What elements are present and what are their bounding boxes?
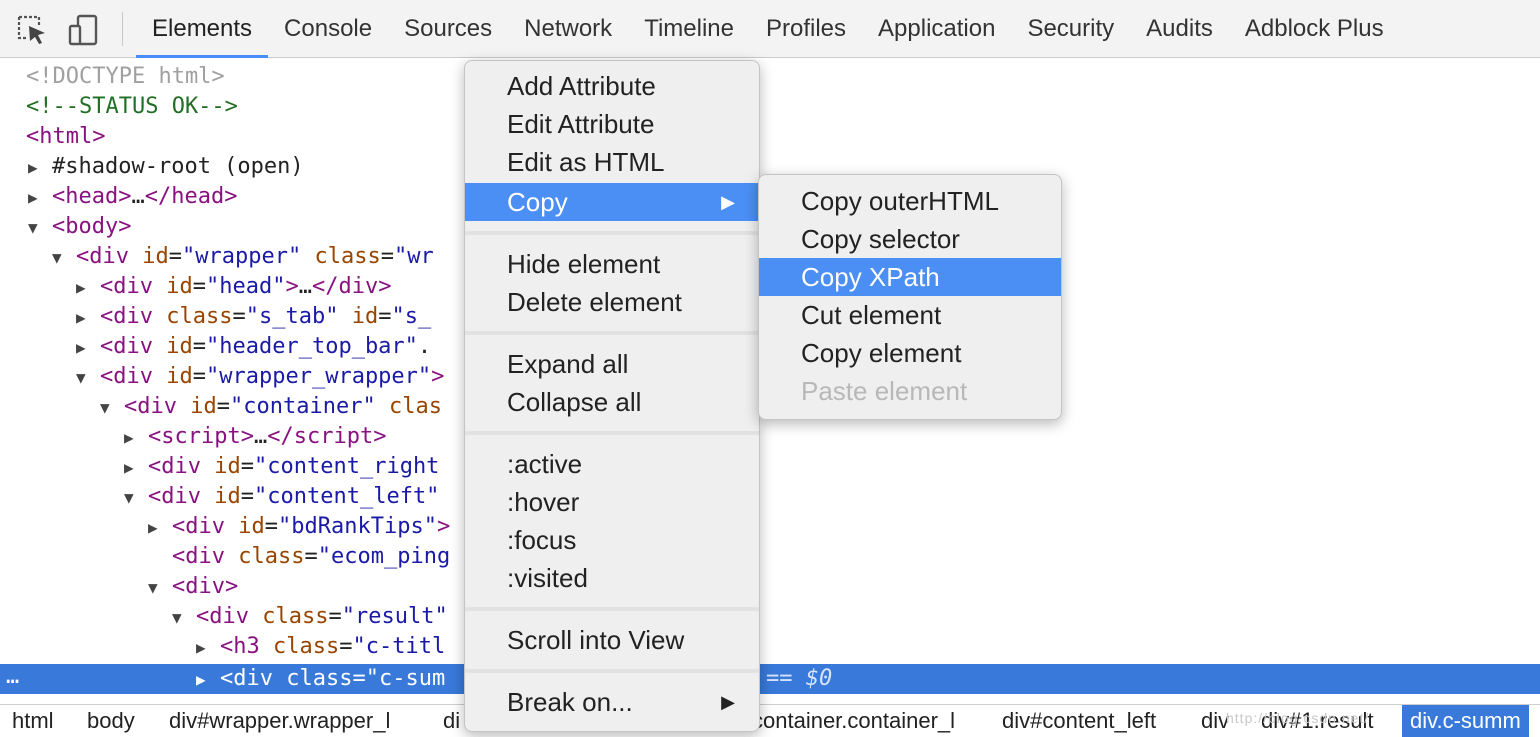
menu-item-copy-element[interactable]: Copy element xyxy=(759,334,1061,372)
breadcrumb-wrapper[interactable]: div#wrapper.wrapper_l xyxy=(169,705,390,737)
tree-row-header-top-bar[interactable]: ▶ <div id="header_top_bar". xyxy=(76,332,431,362)
breadcrumb-content-left[interactable]: div#content_left xyxy=(1002,705,1156,737)
device-toggle-icon[interactable] xyxy=(66,12,102,48)
shadow-root-text: #shadow-root (open) xyxy=(52,154,304,179)
expand-arrow-icon[interactable]: ▶ xyxy=(196,633,220,663)
menu-item-copy-selector[interactable]: Copy selector xyxy=(759,220,1061,258)
tab-timeline[interactable]: Timeline xyxy=(628,0,750,58)
tree-row-doctype[interactable]: <!DOCTYPE html> xyxy=(26,62,225,92)
menu-item-focus[interactable]: :focus xyxy=(465,521,759,559)
menu-item-copy-outerhtml[interactable]: Copy outerHTML xyxy=(759,182,1061,220)
tree-row-shadow-root[interactable]: ▶ #shadow-root (open) xyxy=(28,152,304,182)
menu-item-break-on[interactable]: Break on... ▶ xyxy=(465,683,759,721)
tab-application[interactable]: Application xyxy=(862,0,1011,58)
tree-row-selected[interactable]: … ▶ <div class="c-sum == $0 xyxy=(0,664,1540,694)
tree-row-wrapper[interactable]: ▼ <div id="wrapper" class="wr xyxy=(52,242,434,272)
tab-network[interactable]: Network xyxy=(508,0,628,58)
chevron-right-icon: ▶ xyxy=(721,692,735,712)
tree-row-body[interactable]: ▼ <body> xyxy=(28,212,131,242)
collapse-arrow-icon[interactable]: ▼ xyxy=(100,393,124,423)
tab-audits[interactable]: Audits xyxy=(1130,0,1229,58)
selected-node-marker: == $0 xyxy=(766,666,833,691)
devtools-toolbar: Elements Console Sources Network Timelin… xyxy=(0,0,1540,58)
tree-row-head[interactable]: ▶ <head>…</head> xyxy=(28,182,237,212)
tab-elements[interactable]: Elements xyxy=(136,0,269,58)
tree-row-ecom-ping[interactable]: <div class="ecom_ping xyxy=(172,542,450,572)
menu-item-visited[interactable]: :visited xyxy=(465,559,759,597)
collapse-arrow-icon[interactable]: ▼ xyxy=(76,363,100,393)
breadcrumb-active[interactable]: div.c-summ xyxy=(1402,705,1529,737)
tree-row-comment[interactable]: <!--STATUS OK--> xyxy=(26,92,238,122)
collapse-arrow-icon[interactable]: ▼ xyxy=(172,603,196,633)
collapse-arrow-icon[interactable]: ▼ xyxy=(148,573,172,603)
more-options-icon[interactable]: … xyxy=(6,664,19,690)
menu-separator xyxy=(465,669,759,673)
menu-item-label: Break on... xyxy=(507,687,633,717)
inspect-element-icon[interactable] xyxy=(14,12,50,48)
watermark: http://blog.csdn.net/ xyxy=(1226,710,1370,726)
collapse-arrow-icon[interactable]: ▼ xyxy=(52,243,76,273)
menu-item-active[interactable]: :active xyxy=(465,445,759,483)
menu-item-label: Copy xyxy=(507,187,568,217)
breadcrumb-wrapper-wrapper[interactable]: di xyxy=(443,705,460,737)
expand-arrow-icon[interactable]: ▶ xyxy=(76,303,100,333)
toolbar-separator xyxy=(122,12,123,46)
menu-item-edit-as-html[interactable]: Edit as HTML xyxy=(465,143,759,181)
collapse-arrow-icon[interactable]: ▼ xyxy=(124,483,148,513)
expand-arrow-icon[interactable]: ▶ xyxy=(124,423,148,453)
menu-item-scroll-into-view[interactable]: Scroll into View xyxy=(465,621,759,659)
menu-item-edit-attribute[interactable]: Edit Attribute xyxy=(465,105,759,143)
comment-text: <!--STATUS OK--> xyxy=(26,94,238,119)
menu-item-copy-xpath[interactable]: Copy XPath xyxy=(759,258,1061,296)
tree-row-div[interactable]: ▼ <div> xyxy=(148,572,238,602)
tree-row-html[interactable]: <html> xyxy=(26,122,105,152)
breadcrumb-html[interactable]: html xyxy=(12,705,54,737)
tag-name: html xyxy=(39,124,93,149)
tree-row-head-div[interactable]: ▶ <div id="head">…</div> xyxy=(76,272,391,302)
tree-row-container[interactable]: ▼ <div id="container" clas xyxy=(100,392,442,422)
tree-row-result[interactable]: ▼ <div class="result" xyxy=(172,602,448,632)
expand-arrow-icon[interactable]: ▶ xyxy=(28,153,52,183)
tree-row-wrapper-wrapper[interactable]: ▼ <div id="wrapper_wrapper"> xyxy=(76,362,444,392)
tree-row-script[interactable]: ▶ <script>…</script> xyxy=(124,422,386,452)
menu-item-hide-element[interactable]: Hide element xyxy=(465,245,759,283)
tab-sources[interactable]: Sources xyxy=(388,0,508,58)
menu-item-delete-element[interactable]: Delete element xyxy=(465,283,759,321)
menu-item-hover[interactable]: :hover xyxy=(465,483,759,521)
menu-item-collapse-all[interactable]: Collapse all xyxy=(465,383,759,421)
breadcrumb-container[interactable]: container.container_l xyxy=(752,705,955,737)
expand-arrow-icon[interactable]: ▶ xyxy=(124,453,148,483)
expand-arrow-icon[interactable]: ▶ xyxy=(196,665,220,695)
tab-security[interactable]: Security xyxy=(1011,0,1130,58)
menu-item-add-attribute[interactable]: Add Attribute xyxy=(465,67,759,105)
menu-item-cut-element[interactable]: Cut element xyxy=(759,296,1061,334)
chevron-right-icon: ▶ xyxy=(721,192,735,212)
tree-row-content-right[interactable]: ▶ <div id="content_right xyxy=(124,452,439,482)
menu-separator xyxy=(465,607,759,611)
menu-separator xyxy=(465,331,759,335)
tab-adblock-plus[interactable]: Adblock Plus xyxy=(1229,0,1400,58)
menu-separator xyxy=(465,431,759,435)
copy-submenu: Copy outerHTML Copy selector Copy XPath … xyxy=(758,174,1062,420)
expand-arrow-icon[interactable]: ▶ xyxy=(28,183,52,213)
doctype-text: <!DOCTYPE html> xyxy=(26,64,225,89)
tree-row-content-left[interactable]: ▼ <div id="content_left" xyxy=(124,482,439,512)
menu-item-paste-element: Paste element xyxy=(801,376,968,406)
collapse-arrow-icon[interactable]: ▼ xyxy=(28,213,52,243)
menu-item-expand-all[interactable]: Expand all xyxy=(465,345,759,383)
breadcrumb-body[interactable]: body xyxy=(87,705,135,737)
tree-row-bdranktips[interactable]: ▶ <div id="bdRankTips"> xyxy=(148,512,450,542)
tree-row-s-tab[interactable]: ▶ <div class="s_tab" id="s_ xyxy=(76,302,431,332)
expand-arrow-icon[interactable]: ▶ xyxy=(76,273,100,303)
tab-profiles[interactable]: Profiles xyxy=(750,0,862,58)
tree-row-h3[interactable]: ▶ <h3 class="c-titl xyxy=(196,632,445,662)
expand-arrow-icon[interactable]: ▶ xyxy=(148,513,172,543)
tab-console[interactable]: Console xyxy=(268,0,388,58)
menu-separator xyxy=(465,231,759,235)
expand-arrow-icon[interactable]: ▶ xyxy=(76,333,100,363)
breadcrumb-div[interactable]: div xyxy=(1201,705,1229,737)
panel-tabs: Elements Console Sources Network Timelin… xyxy=(136,0,1400,58)
menu-item-copy[interactable]: Copy ▶ xyxy=(465,183,759,221)
context-menu: Add Attribute Edit Attribute Edit as HTM… xyxy=(464,60,760,732)
